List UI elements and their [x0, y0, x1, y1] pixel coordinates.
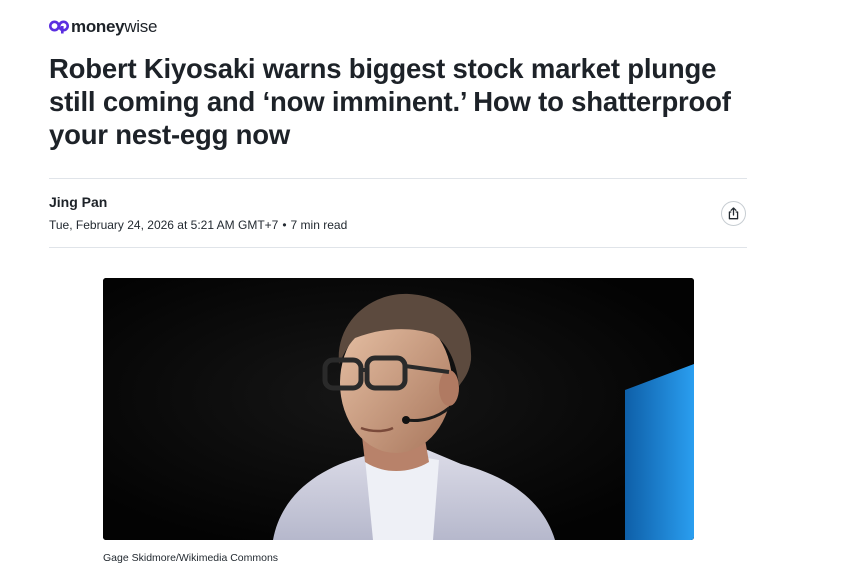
share-icon [728, 207, 739, 220]
author-name[interactable]: Jing Pan [49, 194, 347, 211]
publish-date: Tue, February 24, 2026 at 5:21 AM GMT+7 [49, 218, 279, 232]
article-meta: Tue, February 24, 2026 at 5:21 AM GMT+7 … [49, 218, 347, 233]
header-divider-top [49, 178, 747, 179]
logo-wordmark: money wise [71, 17, 157, 37]
article-headline: Robert Kiyosaki warns biggest stock mark… [49, 53, 731, 150]
article-page: money wise Robert Kiyosaki warns biggest … [0, 0, 849, 586]
hero-image[interactable] [103, 278, 694, 540]
read-time: 7 min read [290, 218, 348, 232]
moneywise-logo-icon [49, 20, 69, 34]
logo-text-light: wise [124, 17, 158, 36]
byline: Jing Pan Tue, February 24, 2026 at 5:21 … [49, 194, 347, 233]
hero-photo [103, 278, 694, 540]
image-caption: Gage Skidmore/Wikimedia Commons [103, 552, 279, 564]
header-divider-bottom [49, 247, 747, 248]
logo-text-bold: money [71, 17, 125, 36]
meta-separator: • [282, 218, 287, 232]
moneywise-logo[interactable]: money wise [49, 17, 157, 37]
share-button[interactable] [721, 201, 746, 226]
